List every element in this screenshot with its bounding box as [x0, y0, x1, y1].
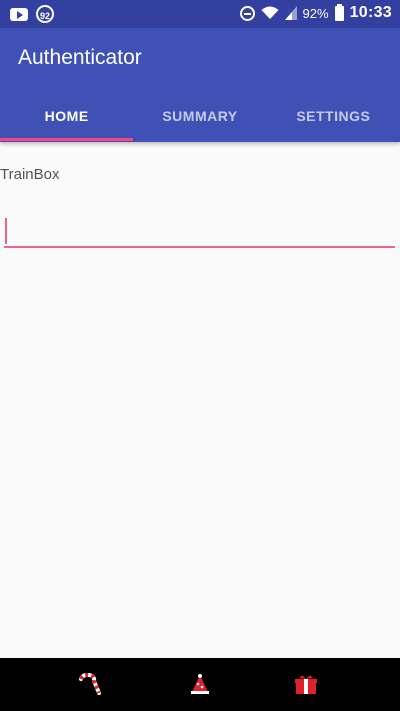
tab-bar: HOME SUMMARY SETTINGS [0, 100, 400, 142]
tab-home[interactable]: HOME [0, 100, 133, 142]
code-input[interactable] [4, 212, 395, 248]
clock: 10:33 [349, 4, 392, 21]
app-bar: Authenticator HOME SUMMARY SETTINGS [0, 28, 400, 142]
tab-settings[interactable]: SETTINGS [267, 100, 400, 142]
gift-icon[interactable] [293, 673, 319, 695]
battery-percent: 92% [302, 5, 329, 21]
tab-indicator [0, 138, 133, 141]
signal-icon [284, 6, 297, 20]
account-label: TrainBox [0, 166, 60, 183]
youtube-icon [10, 7, 28, 21]
text-caret [5, 218, 7, 244]
tab-summary[interactable]: SUMMARY [133, 100, 266, 142]
battery-icon [334, 3, 344, 21]
wifi-icon [261, 6, 279, 19]
status-bar: 92 92% 10:33 [0, 0, 400, 28]
candy-cane-icon[interactable] [77, 673, 103, 695]
do-not-disturb-icon [239, 5, 255, 21]
navigation-bar [0, 658, 400, 711]
app-title: Authenticator [18, 46, 142, 69]
party-hat-icon[interactable] [187, 673, 213, 695]
notification-badge: 92 [36, 5, 54, 23]
